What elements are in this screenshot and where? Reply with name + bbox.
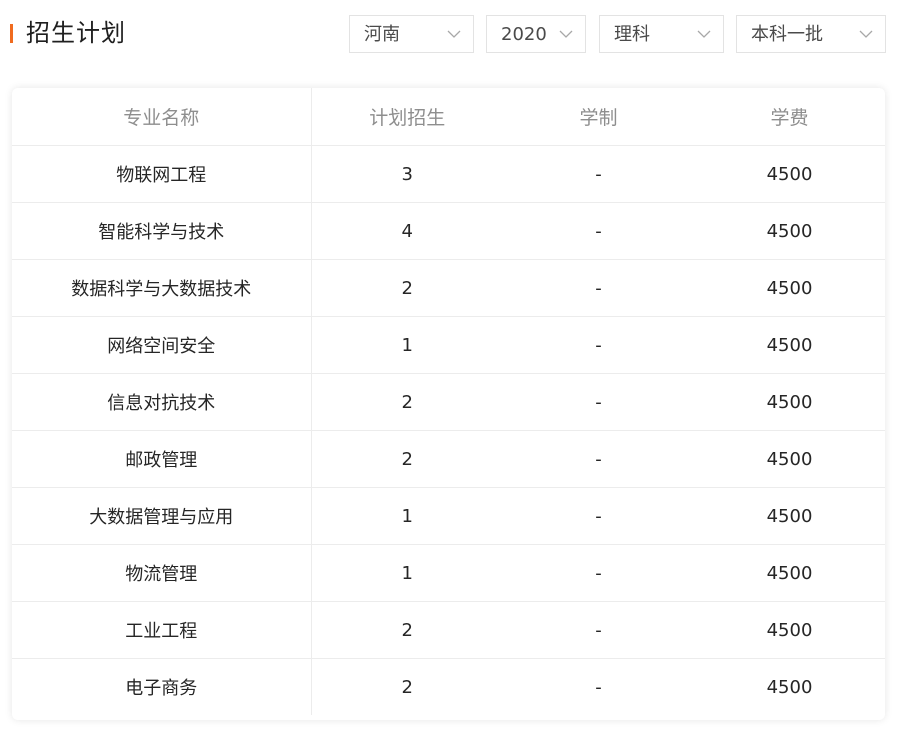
plan-cell: 1 — [311, 487, 503, 545]
major-cell: 电子商务 — [12, 658, 312, 715]
batch-select[interactable]: 本科一批 — [736, 15, 886, 53]
enrollment-plan-table: 专业名称 计划招生 学制 学费 物联网工程 3 - 4500 智能科学与技术 4… — [12, 88, 885, 715]
year-select-value: 2020 — [501, 24, 547, 45]
major-cell: 智能科学与技术 — [12, 202, 312, 260]
plan-cell: 4 — [311, 202, 503, 260]
duration-cell: - — [503, 430, 694, 488]
duration-cell: - — [503, 316, 694, 374]
tuition-cell: 4500 — [694, 544, 885, 602]
table-row: 邮政管理 2 - 4500 — [12, 430, 885, 488]
plan-cell: 2 — [311, 259, 503, 317]
year-select[interactable]: 2020 — [486, 15, 586, 53]
table-row: 大数据管理与应用 1 - 4500 — [12, 487, 885, 545]
tuition-cell: 4500 — [694, 259, 885, 317]
table-header-row: 专业名称 计划招生 学制 学费 — [12, 88, 885, 146]
title-accent-bar — [10, 24, 13, 43]
plan-cell: 3 — [311, 145, 503, 203]
table-row: 物联网工程 3 - 4500 — [12, 145, 885, 203]
plan-cell: 1 — [311, 544, 503, 602]
table-row: 网络空间安全 1 - 4500 — [12, 316, 885, 374]
table-row: 智能科学与技术 4 - 4500 — [12, 202, 885, 260]
batch-select-value: 本科一批 — [751, 24, 823, 45]
plan-cell: 1 — [311, 316, 503, 374]
plan-cell: 2 — [311, 373, 503, 431]
column-header-plan: 计划招生 — [311, 88, 503, 146]
column-header-duration: 学制 — [503, 88, 694, 146]
major-cell: 大数据管理与应用 — [12, 487, 312, 545]
plan-cell: 2 — [311, 430, 503, 488]
duration-cell: - — [503, 202, 694, 260]
duration-cell: - — [503, 601, 694, 659]
page-title: 招生计划 — [26, 19, 126, 47]
chevron-down-icon — [559, 27, 573, 41]
tuition-cell: 4500 — [694, 145, 885, 203]
duration-cell: - — [503, 487, 694, 545]
column-header-tuition: 学费 — [694, 88, 885, 146]
duration-cell: - — [595, 676, 602, 698]
tuition-cell: 4500 — [694, 430, 885, 488]
chevron-down-icon — [859, 27, 873, 41]
major-cell: 信息对抗技术 — [12, 373, 312, 431]
major-cell: 物联网工程 — [12, 145, 312, 203]
column-header-major: 专业名称 — [12, 88, 312, 146]
major-cell: 网络空间安全 — [12, 316, 312, 374]
major-cell: 邮政管理 — [12, 430, 312, 488]
tuition-cell: 4500 — [694, 202, 885, 260]
major-cell: 物流管理 — [12, 544, 312, 602]
duration-cell: - — [503, 373, 694, 431]
chevron-down-icon — [697, 27, 711, 41]
province-select-value: 河南 — [364, 24, 400, 45]
enrollment-plan-table-card: 专业名称 计划招生 学制 学费 物联网工程 3 - 4500 智能科学与技术 4… — [12, 88, 885, 720]
table-row: 数据科学与大数据技术 2 - 4500 — [12, 259, 885, 317]
tuition-cell: 4500 — [694, 316, 885, 374]
province-select[interactable]: 河南 — [349, 15, 474, 53]
table-row: 物流管理 1 - 4500 — [12, 544, 885, 602]
page-header: 招生计划 河南 2020 理科 本科一批 — [0, 0, 897, 70]
plan-cell: 2 — [311, 601, 503, 659]
table-row: 电子商务 2 - 4500 — [12, 658, 885, 715]
chevron-down-icon — [447, 27, 461, 41]
duration-cell: - — [503, 259, 694, 317]
table-row: 工业工程 2 - 4500 — [12, 601, 885, 659]
table-row: 信息对抗技术 2 - 4500 — [12, 373, 885, 431]
subject-select-value: 理科 — [614, 24, 650, 45]
subject-select[interactable]: 理科 — [599, 15, 724, 53]
plan-cell: 2 — [401, 676, 413, 698]
tuition-cell: 4500 — [694, 601, 885, 659]
duration-cell: - — [503, 544, 694, 602]
major-cell: 数据科学与大数据技术 — [12, 259, 312, 317]
major-cell: 工业工程 — [12, 601, 312, 659]
duration-cell: - — [503, 145, 694, 203]
tuition-cell: 4500 — [694, 373, 885, 431]
tuition-cell: 4500 — [694, 487, 885, 545]
tuition-cell: 4500 — [766, 676, 813, 698]
